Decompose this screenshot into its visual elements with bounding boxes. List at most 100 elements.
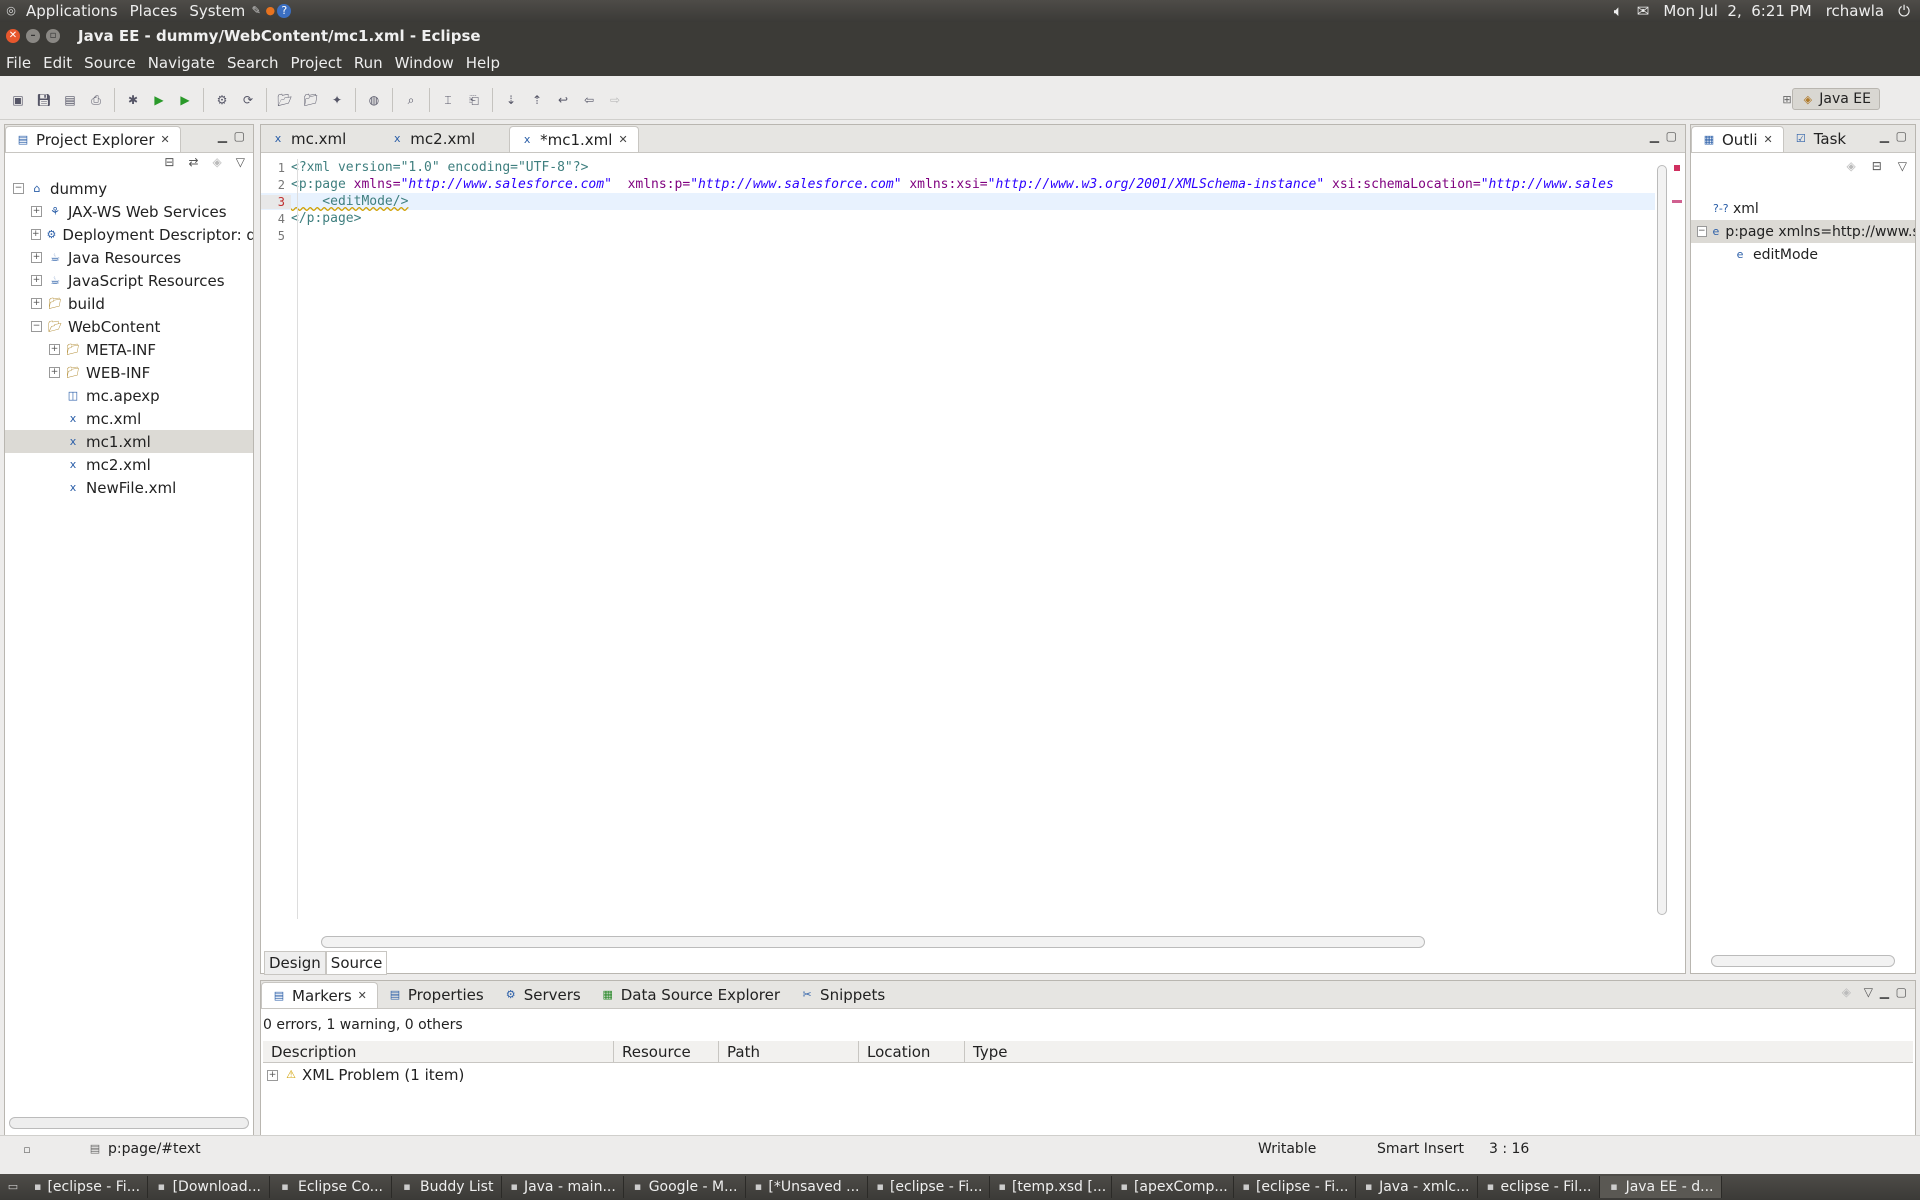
- menu-help[interactable]: Help: [466, 54, 500, 72]
- toggle-mark-icon[interactable]: ⎗: [466, 92, 482, 108]
- minimize-icon[interactable]: ▁: [1880, 985, 1889, 999]
- globe-icon[interactable]: ◍: [366, 92, 382, 108]
- minimize-icon[interactable]: ▁: [218, 129, 227, 143]
- show-desktop-icon[interactable]: ▭: [6, 1180, 20, 1194]
- sync-icon[interactable]: ◈: [1846, 159, 1855, 173]
- view-menu-icon[interactable]: ▽: [236, 155, 245, 169]
- taskbar-item[interactable]: ▪ [apexComp...: [1112, 1176, 1235, 1198]
- tab-snippets[interactable]: ✂ Snippets: [790, 982, 895, 1008]
- menu-project[interactable]: Project: [291, 54, 342, 72]
- menu-applications[interactable]: Applications: [26, 2, 118, 20]
- tree-item[interactable]: + 📁︎ build: [5, 292, 253, 315]
- menu-window[interactable]: Window: [395, 54, 454, 72]
- back-icon[interactable]: ⇦: [581, 92, 597, 108]
- tree-item[interactable]: + 📁︎ META-INF: [5, 338, 253, 361]
- column-path[interactable]: Path: [719, 1041, 859, 1062]
- tree-item[interactable]: x mc.xml: [5, 407, 253, 430]
- new-icon[interactable]: ▣: [10, 92, 26, 108]
- menu-navigate[interactable]: Navigate: [148, 54, 215, 72]
- taskbar-item[interactable]: ▪ Java EE - d...: [1600, 1176, 1723, 1198]
- taskbar-item[interactable]: ▪ [*Unsaved ...: [746, 1176, 869, 1198]
- close-icon[interactable]: ✕: [358, 989, 367, 1002]
- collapse-all-icon[interactable]: ⊟: [1872, 159, 1882, 173]
- save-icon[interactable]: 💾︎: [36, 92, 52, 108]
- maximize-icon[interactable]: ▢: [234, 129, 245, 143]
- fast-view-icon[interactable]: ▫: [20, 1143, 34, 1157]
- save-all-icon[interactable]: ▤: [62, 92, 78, 108]
- menu-file[interactable]: File: [6, 54, 31, 72]
- taskbar-item[interactable]: ▪ Buddy List: [392, 1176, 503, 1198]
- tree-item[interactable]: − 📂︎ WebContent: [5, 315, 253, 338]
- tab-design[interactable]: Design: [264, 951, 326, 975]
- close-icon[interactable]: ✕: [618, 133, 627, 146]
- tree-item[interactable]: x NewFile.xml: [5, 476, 253, 499]
- taskbar-item[interactable]: ▪ [eclipse - Fi...: [26, 1176, 148, 1198]
- expand-toggle[interactable]: +: [49, 367, 60, 378]
- power-icon[interactable]: ⏻: [1898, 2, 1910, 20]
- expand-toggle[interactable]: +: [31, 206, 42, 217]
- publish-icon[interactable]: ⟳: [240, 92, 256, 108]
- tree-item[interactable]: x mc2.xml: [5, 453, 253, 476]
- expand-toggle[interactable]: +: [31, 252, 42, 263]
- collapse-toggle[interactable]: −: [31, 321, 42, 332]
- horizontal-scrollbar[interactable]: [1711, 955, 1895, 967]
- expand-toggle[interactable]: +: [31, 229, 41, 240]
- firefox-icon[interactable]: ●: [263, 4, 277, 18]
- next-annotation-icon[interactable]: ⇣: [503, 92, 519, 108]
- tab-mc-xml[interactable]: x mc.xml: [261, 126, 356, 152]
- tab-project-explorer[interactable]: ▤ Project Explorer ✕: [5, 126, 181, 152]
- view-menu-icon[interactable]: ▽: [1864, 985, 1873, 999]
- code-editor[interactable]: 1 <?xml version="1.0" encoding="UTF-8"?>…: [261, 159, 1655, 919]
- debug-icon[interactable]: ✱: [125, 92, 141, 108]
- volume-icon[interactable]: 🔈︎: [1614, 2, 1623, 20]
- menu-run[interactable]: Run: [354, 54, 383, 72]
- prev-annotation-icon[interactable]: ⇡: [529, 92, 545, 108]
- collapse-all-icon[interactable]: ⊟: [164, 155, 174, 169]
- menu-places[interactable]: Places: [130, 2, 178, 20]
- tab-source[interactable]: Source: [325, 951, 388, 975]
- tree-item[interactable]: + ⚙ Deployment Descriptor: dum: [5, 223, 253, 246]
- open-type-icon[interactable]: 📂︎: [277, 92, 293, 108]
- maximize-window-icon[interactable]: ▫: [46, 29, 60, 43]
- collapse-toggle[interactable]: −: [13, 183, 24, 194]
- sync-icon[interactable]: ◈: [213, 155, 222, 169]
- open-perspective-icon[interactable]: ⊞: [1780, 93, 1794, 107]
- taskbar-item[interactable]: ▪ Eclipse Co...: [270, 1176, 392, 1198]
- run-external-icon[interactable]: ▶: [177, 92, 193, 108]
- minimize-window-icon[interactable]: –: [26, 29, 40, 43]
- menu-search[interactable]: Search: [227, 54, 279, 72]
- taskbar-item[interactable]: ▪ Java - xmlc...: [1356, 1176, 1479, 1198]
- close-icon[interactable]: ✕: [1764, 133, 1773, 146]
- clock[interactable]: Mon Jul 2, 6:21 PM: [1663, 2, 1811, 20]
- tab-properties[interactable]: ▤ Properties: [378, 982, 494, 1008]
- user-menu[interactable]: rchawla: [1826, 2, 1884, 20]
- run-icon[interactable]: ▶: [151, 92, 167, 108]
- taskbar-item[interactable]: ▪ [temp.xsd [...: [990, 1176, 1113, 1198]
- ubuntu-logo-icon[interactable]: ◎: [4, 4, 18, 18]
- tab-outline[interactable]: ▦ Outli ✕: [1691, 126, 1784, 152]
- maximize-icon[interactable]: ▢: [1666, 129, 1677, 143]
- tab-mc2-xml[interactable]: x mc2.xml: [380, 126, 485, 152]
- menu-source[interactable]: Source: [84, 54, 136, 72]
- outline-item-page[interactable]: − e p:page xmlns=http://www.s: [1691, 220, 1915, 243]
- link-editor-icon[interactable]: ⇄: [188, 155, 198, 169]
- tab-servers[interactable]: ⚙ Servers: [494, 982, 591, 1008]
- tab-markers[interactable]: ▤ Markers ✕: [261, 982, 378, 1008]
- vertical-scrollbar[interactable]: [1657, 165, 1667, 915]
- menu-system[interactable]: System: [189, 2, 245, 20]
- help-icon[interactable]: ?: [277, 4, 292, 18]
- maximize-icon[interactable]: ▢: [1896, 129, 1907, 143]
- tree-item[interactable]: + 📁︎ WEB-INF: [5, 361, 253, 384]
- maximize-icon[interactable]: ▢: [1896, 985, 1907, 999]
- expand-toggle[interactable]: +: [49, 344, 60, 355]
- tab-mc1-xml[interactable]: x *mc1.xml ✕: [509, 126, 639, 152]
- taskbar-item[interactable]: ▪ eclipse - Fil...: [1478, 1176, 1601, 1198]
- tree-item[interactable]: + ☕ JavaScript Resources: [5, 269, 253, 292]
- mail-icon[interactable]: ✉︎: [1637, 2, 1650, 20]
- column-type[interactable]: Type: [965, 1041, 1015, 1062]
- collapse-toggle[interactable]: −: [1697, 226, 1707, 237]
- tree-item[interactable]: + ⚘ JAX-WS Web Services: [5, 200, 253, 223]
- view-menu-icon[interactable]: ▽: [1898, 159, 1907, 173]
- expand-toggle[interactable]: +: [31, 275, 42, 286]
- close-window-icon[interactable]: ✕: [6, 29, 20, 43]
